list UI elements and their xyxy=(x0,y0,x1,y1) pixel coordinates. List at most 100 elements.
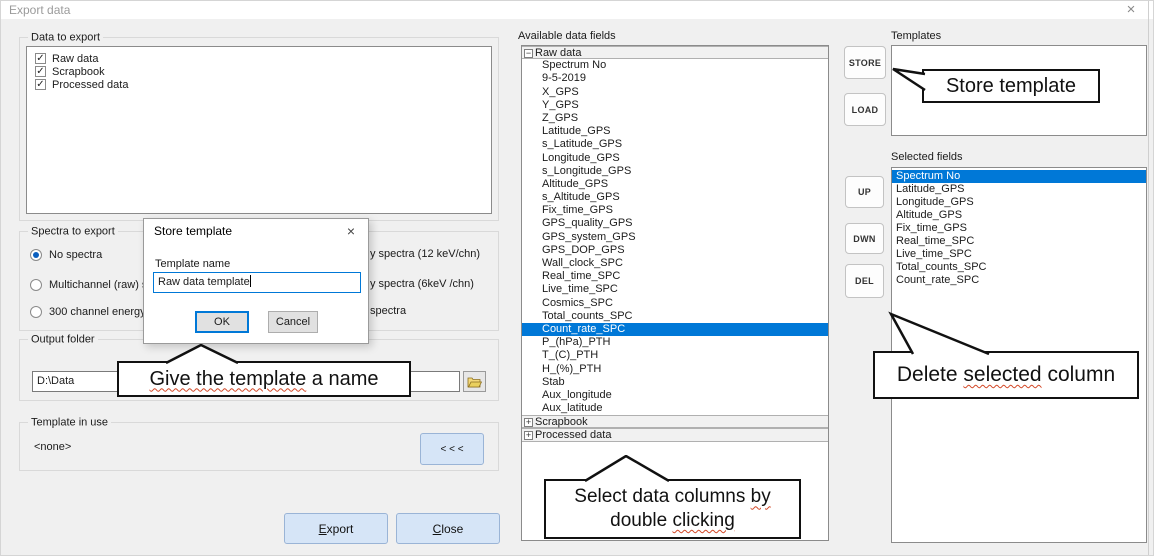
store-template-button[interactable]: STORE xyxy=(844,46,886,79)
radio-label: Multichannel (raw) sp xyxy=(49,279,154,291)
collapse-icon[interactable]: − xyxy=(524,49,533,58)
checkbox-checked-icon[interactable]: ✓ xyxy=(35,66,46,77)
selected-field-row[interactable]: Total_counts_SPC xyxy=(892,261,1146,274)
tree-item-row[interactable]: T_(C)_PTH xyxy=(522,349,828,362)
callout-pointer xyxy=(886,311,996,356)
field-label: Live_time_SPC xyxy=(542,283,618,295)
tree-item-row[interactable]: Real_time_SPC xyxy=(522,270,828,283)
dialog-titlebar[interactable]: Store template × xyxy=(144,219,368,245)
tree-item-row[interactable]: s_Latitude_GPS xyxy=(522,138,828,151)
selected-field-row[interactable]: Live_time_SPC xyxy=(892,248,1146,261)
window-close-icon[interactable]: × xyxy=(1117,1,1145,19)
tree-item-row[interactable]: Wall_clock_SPC xyxy=(522,257,828,270)
tree-item-row[interactable]: P_(hPa)_PTH xyxy=(522,336,828,349)
radio-label-fragment: y spectra (12 keV/chn) xyxy=(370,248,480,261)
tree-group-row[interactable]: +Processed data xyxy=(522,428,828,441)
close-button[interactable]: Close xyxy=(396,513,500,544)
expand-icon[interactable]: + xyxy=(524,431,533,440)
field-label: s_Altitude_GPS xyxy=(542,191,620,203)
delete-field-button[interactable]: DEL xyxy=(845,264,884,298)
field-label: Altitude_GPS xyxy=(542,178,608,190)
window-right-border xyxy=(1148,1,1149,556)
field-label: Spectrum No xyxy=(542,59,606,71)
move-down-button[interactable]: DWN xyxy=(845,223,884,254)
field-label: GPS_system_GPS xyxy=(542,231,636,243)
radio-300-channel[interactable]: 300 channel energy xyxy=(30,305,146,318)
checkbox-checked-icon[interactable]: ✓ xyxy=(35,53,46,64)
field-label: Cosmics_SPC xyxy=(542,297,613,309)
tree-item-row[interactable]: Altitude_GPS xyxy=(522,178,828,191)
tree-group-row[interactable]: −Raw data xyxy=(522,46,828,59)
radio-multichannel-raw[interactable]: Multichannel (raw) sp xyxy=(30,278,154,291)
tree-item-row[interactable]: 9-5-2019 xyxy=(522,72,828,85)
checkbox-item-raw-data[interactable]: ✓ Raw data xyxy=(35,52,98,65)
field-label: Aux_latitude xyxy=(542,402,603,414)
tree-item-row[interactable]: s_Altitude_GPS xyxy=(522,191,828,204)
radio-unselected-icon[interactable] xyxy=(30,279,42,291)
tree-item-row[interactable]: X_GPS xyxy=(522,86,828,99)
load-template-button[interactable]: LOAD xyxy=(844,93,886,126)
tree-item-row[interactable]: s_Longitude_GPS xyxy=(522,165,828,178)
tree-item-row[interactable]: Latitude_GPS xyxy=(522,125,828,138)
templates-label: Templates xyxy=(891,30,941,42)
data-to-export-group: Data to export ✓ Raw data ✓ Scrapbook ✓ … xyxy=(19,37,499,221)
tree-item-row[interactable]: Longitude_GPS xyxy=(522,152,828,165)
selected-field-row[interactable]: Latitude_GPS xyxy=(892,183,1146,196)
browse-folder-button[interactable] xyxy=(463,371,486,392)
tree-item-row[interactable]: Y_GPS xyxy=(522,99,828,112)
window-titlebar[interactable]: Export data xyxy=(1,1,1154,19)
tree-item-row[interactable]: Count_rate_SPC xyxy=(522,323,828,336)
tree-item-row[interactable]: Stab xyxy=(522,376,828,389)
tree-group-row[interactable]: +Scrapbook xyxy=(522,415,828,428)
tree-item-row[interactable]: Total_counts_SPC xyxy=(522,310,828,323)
callout-pointer xyxy=(161,344,241,364)
tree-item-row[interactable]: GPS_DOP_GPS xyxy=(522,244,828,257)
tree-item-row[interactable]: H_(%)_PTH xyxy=(522,363,828,376)
selected-field-row[interactable]: Longitude_GPS xyxy=(892,196,1146,209)
restore-template-button[interactable]: < < < xyxy=(420,433,484,465)
ok-button[interactable]: OK xyxy=(195,311,249,333)
tree-item-row[interactable]: Spectrum No xyxy=(522,59,828,72)
cancel-button[interactable]: Cancel xyxy=(268,311,318,333)
radio-selected-icon[interactable] xyxy=(30,249,42,261)
checkbox-label: Scrapbook xyxy=(52,66,105,78)
tree-item-row[interactable]: Aux_latitude xyxy=(522,402,828,415)
radio-unselected-icon[interactable] xyxy=(30,306,42,318)
move-up-button[interactable]: UP xyxy=(845,176,884,208)
selected-field-row[interactable]: Altitude_GPS xyxy=(892,209,1146,222)
checkbox-label: Processed data xyxy=(52,79,128,91)
expand-icon[interactable]: + xyxy=(524,418,533,427)
group-label: Template in use xyxy=(28,416,111,428)
tree-item-row[interactable]: Aux_longitude xyxy=(522,389,828,402)
selected-field-row[interactable]: Real_time_SPC xyxy=(892,235,1146,248)
dialog-close-icon[interactable]: × xyxy=(340,221,362,241)
tree-item-row[interactable]: Live_time_SPC xyxy=(522,283,828,296)
available-fields-list[interactable]: −Raw dataSpectrum No9-5-2019 X_GPSY_GPSZ_… xyxy=(521,45,829,541)
radio-no-spectra[interactable]: No spectra xyxy=(30,248,102,261)
selected-field-row[interactable]: Spectrum No xyxy=(892,170,1146,183)
radio-label: 300 channel energy xyxy=(49,306,146,318)
field-label: Longitude_GPS xyxy=(542,152,620,164)
template-name-input[interactable]: Raw data template xyxy=(153,272,361,293)
checkbox-item-scrapbook[interactable]: ✓ Scrapbook xyxy=(35,65,105,78)
template-in-use-group: Template in use <none> < < < xyxy=(19,422,499,471)
selected-field-row[interactable]: Count_rate_SPC xyxy=(892,274,1146,287)
export-button[interactable]: Export xyxy=(284,513,388,544)
field-label: Longitude_GPS xyxy=(896,196,974,208)
group-label: Data to export xyxy=(28,31,103,43)
tree-item-row[interactable]: GPS_system_GPS xyxy=(522,231,828,244)
tree-item-row[interactable]: Z_GPS xyxy=(522,112,828,125)
dialog-title: Store template xyxy=(154,224,232,238)
callout-pointer xyxy=(892,64,926,92)
field-label: Count_rate_SPC xyxy=(542,323,625,335)
field-label: 9-5-2019 xyxy=(542,72,586,84)
tree-item-row[interactable]: Cosmics_SPC xyxy=(522,297,828,310)
field-label: Latitude_GPS xyxy=(542,125,611,137)
data-to-export-list[interactable]: ✓ Raw data ✓ Scrapbook ✓ Processed data xyxy=(26,46,492,214)
checkbox-checked-icon[interactable]: ✓ xyxy=(35,79,46,90)
checkbox-item-processed-data[interactable]: ✓ Processed data xyxy=(35,78,128,91)
tree-item-row[interactable]: Fix_time_GPS xyxy=(522,204,828,217)
tree-item-row[interactable]: GPS_quality_GPS xyxy=(522,217,828,230)
available-fields-label: Available data fields xyxy=(518,30,616,42)
selected-field-row[interactable]: Fix_time_GPS xyxy=(892,222,1146,235)
